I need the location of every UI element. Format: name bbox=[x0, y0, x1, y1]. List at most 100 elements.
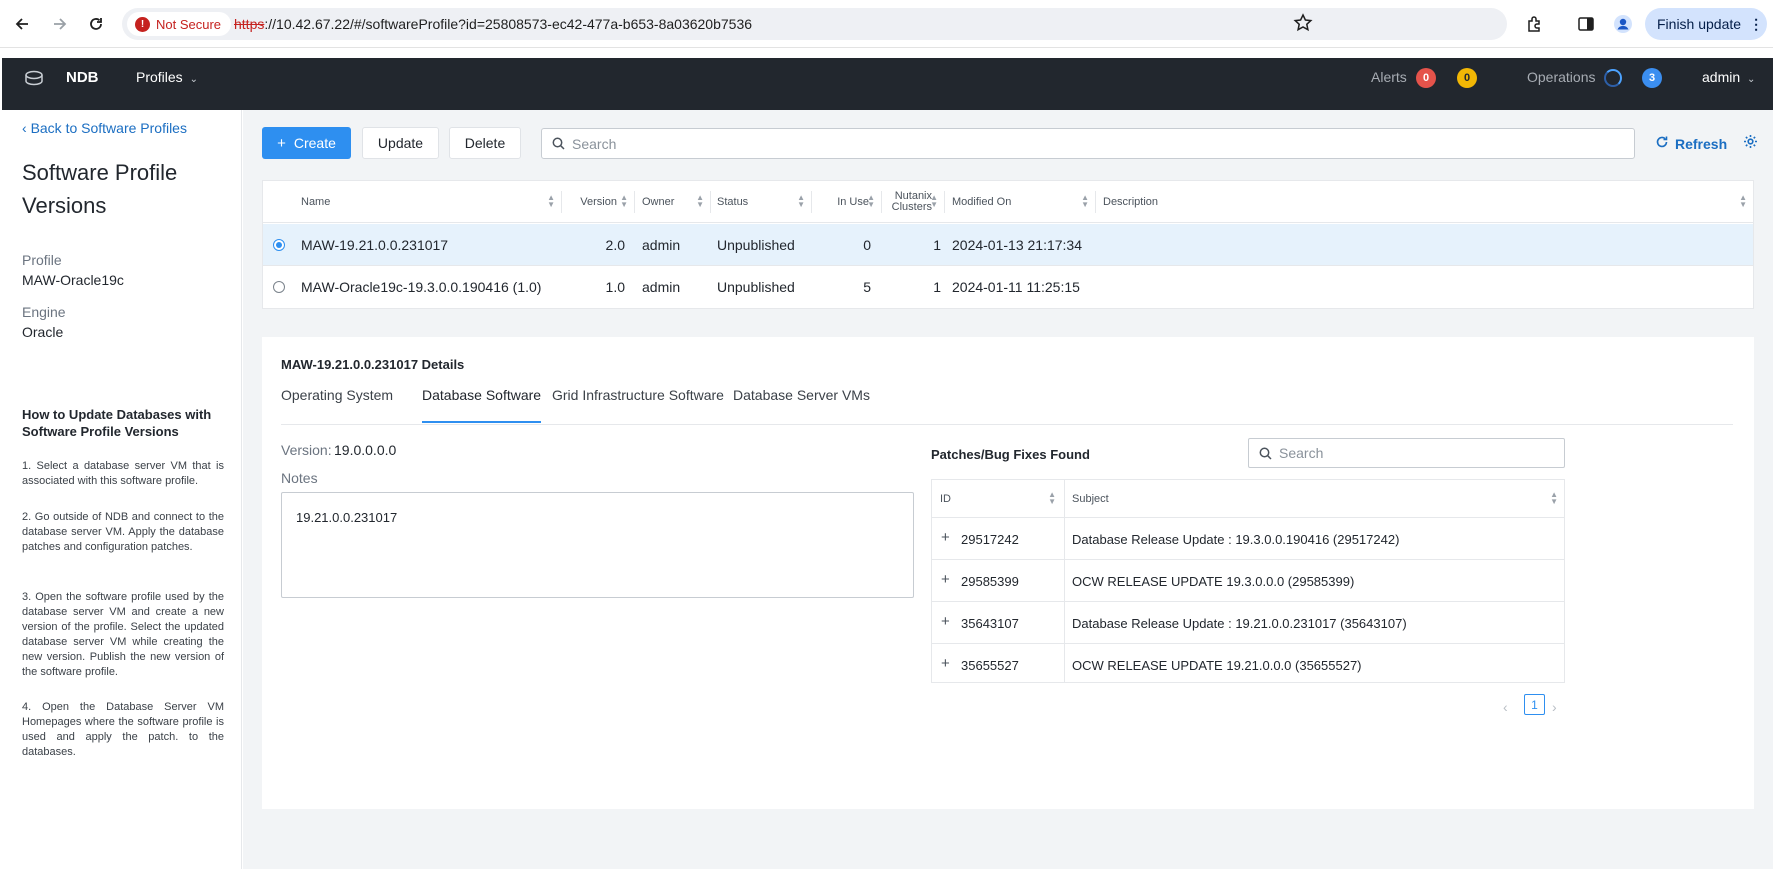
profiles-menu-label: Profiles bbox=[136, 69, 183, 85]
table-row[interactable]: + 29585399 OCW RELEASE UPDATE 19.3.0.0.0… bbox=[932, 559, 1564, 601]
column-header-description[interactable]: Description ▲ ▼ bbox=[1103, 181, 1753, 223]
refresh-label: Refresh bbox=[1675, 135, 1728, 152]
app-name[interactable]: NDB bbox=[66, 69, 99, 86]
notes-field[interactable]: 19.21.0.0.231017 bbox=[281, 492, 914, 598]
extensions-icon[interactable] bbox=[1523, 12, 1547, 36]
table-row[interactable]: MAW-19.21.0.0.231017 2.0 admin Unpublish… bbox=[263, 224, 1753, 266]
cell-version: 2.0 bbox=[605, 237, 625, 253]
column-label: Version bbox=[580, 196, 617, 208]
version-label: Version: bbox=[281, 442, 332, 458]
table-row[interactable]: + 29517242 Database Release Update : 19.… bbox=[932, 517, 1564, 559]
side-panel-icon[interactable] bbox=[1574, 12, 1598, 36]
expand-plus-icon[interactable]: + bbox=[941, 530, 953, 545]
tab-grid-infrastructure-software[interactable]: Grid Infrastructure Software bbox=[552, 387, 724, 423]
tab-divider bbox=[281, 424, 1733, 425]
column-label: Nutanix Clusters bbox=[892, 191, 932, 213]
column-label: Name bbox=[301, 196, 331, 208]
finish-update-label: Finish update bbox=[1657, 16, 1742, 32]
url-text[interactable]: https://10.42.67.22/#/softwareProfile?id… bbox=[234, 16, 752, 32]
row-radio[interactable] bbox=[273, 239, 285, 251]
column-divider bbox=[944, 191, 945, 213]
alerts-warning-badge[interactable]: 0 bbox=[1457, 68, 1477, 88]
sort-icon: ▲ ▼ bbox=[867, 193, 875, 209]
operations-label[interactable]: Operations bbox=[1527, 69, 1595, 85]
column-header-nutanix-clusters[interactable]: Nutanix Clusters ▲ ▼ bbox=[881, 181, 944, 223]
cell-owner: admin bbox=[642, 279, 681, 295]
expand-plus-icon[interactable]: + bbox=[941, 572, 953, 587]
user-menu[interactable]: admin ⌄ bbox=[1702, 69, 1755, 85]
profile-avatar-icon[interactable] bbox=[1611, 12, 1635, 36]
profiles-menu[interactable]: Profiles ⌄ bbox=[136, 69, 198, 85]
bookmark-star-icon[interactable] bbox=[1292, 12, 1314, 39]
alerts-label[interactable]: Alerts bbox=[1371, 69, 1407, 85]
engine-value: Oracle bbox=[22, 324, 64, 340]
column-header-version[interactable]: Version ▲ ▼ bbox=[561, 181, 634, 223]
howto-step: 1. Select a database server VM that is a… bbox=[22, 460, 224, 487]
cell-clusters: 1 bbox=[933, 237, 941, 253]
cell-modified-on: 2024-01-13 21:17:34 bbox=[952, 237, 1082, 253]
table-row[interactable]: MAW-Oracle19c-19.3.0.0.190416 (1.0) 1.0 … bbox=[263, 266, 1753, 308]
expand-plus-icon[interactable]: + bbox=[941, 656, 953, 671]
sidebar: ‹ Back to Software Profiles Software Pro… bbox=[2, 110, 242, 869]
patches-table: ID ▲ ▼ Subject ▲ ▼ + 29517242 Database Relea… bbox=[931, 479, 1565, 683]
column-label-line2: Clusters bbox=[891, 201, 932, 213]
url-scheme: https bbox=[234, 16, 265, 32]
column-divider bbox=[710, 191, 711, 213]
chevron-down-icon: ⌄ bbox=[1747, 74, 1756, 85]
notes-label: Notes bbox=[281, 470, 318, 486]
reload-icon[interactable] bbox=[84, 12, 108, 36]
patch-search-input[interactable] bbox=[1279, 439, 1549, 467]
expand-plus-icon[interactable]: + bbox=[941, 614, 953, 629]
cell-in-use: 5 bbox=[863, 279, 871, 295]
back-arrow-icon[interactable] bbox=[10, 12, 34, 36]
create-button[interactable]: + Create bbox=[262, 127, 351, 159]
sort-icon: ▲ ▼ bbox=[620, 193, 628, 209]
finish-update-button[interactable]: Finish update ⋮ bbox=[1645, 8, 1767, 40]
gear-icon[interactable] bbox=[1743, 134, 1758, 154]
row-radio[interactable] bbox=[273, 281, 285, 293]
profile-label: Profile bbox=[22, 252, 62, 268]
tab-database-software[interactable]: Database Software bbox=[422, 387, 542, 423]
column-header-status[interactable]: Status ▲ ▼ bbox=[717, 181, 811, 223]
sort-icon: ▲ ▼ bbox=[547, 193, 555, 209]
column-header-subject[interactable]: Subject ▲ ▼ bbox=[1072, 480, 1564, 517]
back-to-profiles-link[interactable]: ‹ Back to Software Profiles bbox=[22, 120, 187, 136]
pager-prev-icon[interactable]: ‹ bbox=[1503, 699, 1508, 715]
ndb-logo-icon[interactable] bbox=[22, 68, 46, 92]
column-header-name[interactable]: Name ▲ ▼ bbox=[301, 181, 561, 223]
cell-patch-subject: Database Release Update : 19.3.0.0.19041… bbox=[1072, 531, 1400, 547]
column-header-id[interactable]: ID ▲ ▼ bbox=[940, 480, 1062, 517]
column-header-in-use[interactable]: In Use ▲ ▼ bbox=[811, 181, 881, 223]
search-box[interactable] bbox=[541, 128, 1635, 159]
search-input[interactable] bbox=[572, 129, 1622, 158]
operations-count-badge[interactable]: 3 bbox=[1642, 68, 1662, 88]
howto-title: How to Update Databases with Software Pr… bbox=[22, 407, 212, 439]
column-header-modified-on[interactable]: Modified On ▲ ▼ bbox=[952, 181, 1095, 223]
create-label: Create bbox=[293, 135, 336, 151]
cell-patch-id: 35643107 bbox=[961, 615, 1019, 631]
howto-step: 3. Open the software profile used by the… bbox=[22, 591, 224, 678]
column-header-owner[interactable]: Owner ▲ ▼ bbox=[642, 181, 710, 223]
forward-arrow-icon[interactable] bbox=[48, 12, 72, 36]
pager-page-button[interactable]: 1 bbox=[1524, 694, 1545, 715]
cell-patch-id: 35655527 bbox=[961, 657, 1019, 673]
column-divider bbox=[634, 191, 635, 213]
pager-next-icon[interactable]: › bbox=[1552, 699, 1557, 715]
sort-icon: ▲ ▼ bbox=[930, 193, 938, 209]
engine-label: Engine bbox=[22, 304, 66, 320]
app-header: NDB Profiles ⌄ Alerts 0 0 Operations 3 a… bbox=[2, 58, 1773, 110]
refresh-button[interactable]: Refresh bbox=[1655, 135, 1727, 152]
not-secure-badge[interactable]: ! Not Secure bbox=[127, 12, 232, 36]
patches-title: Patches/Bug Fixes Found bbox=[931, 447, 1090, 462]
table-row[interactable]: + 35655527 OCW RELEASE UPDATE 19.21.0.0.… bbox=[932, 643, 1564, 685]
tab-operating-system[interactable]: Operating System bbox=[281, 387, 393, 423]
update-button[interactable]: Update bbox=[362, 127, 439, 159]
alerts-critical-badge[interactable]: 0 bbox=[1416, 68, 1436, 88]
address-bar[interactable]: ! Not Secure https://10.42.67.22/#/softw… bbox=[122, 8, 1507, 40]
patch-search-box[interactable] bbox=[1248, 438, 1565, 468]
tab-database-server-vms[interactable]: Database Server VMs bbox=[733, 387, 870, 423]
chevron-left-icon: ‹ bbox=[22, 120, 31, 136]
delete-button[interactable]: Delete bbox=[449, 127, 521, 159]
table-row[interactable]: + 35643107 Database Release Update : 19.… bbox=[932, 601, 1564, 643]
cell-clusters: 1 bbox=[933, 279, 941, 295]
